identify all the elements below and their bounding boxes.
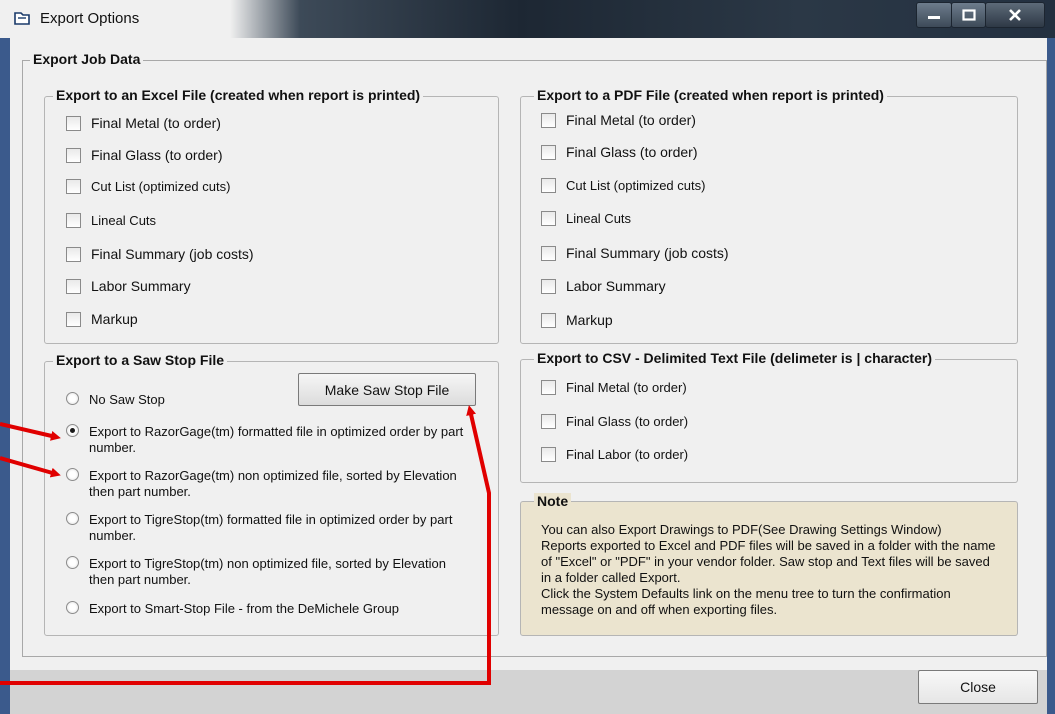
saw-stop-option[interactable]: No Saw Stop xyxy=(66,392,474,408)
pdf-checkbox-row[interactable]: Final Metal (to order) xyxy=(541,112,696,128)
excel-checkbox-row[interactable]: Lineal Cuts xyxy=(66,213,156,228)
window-close-button[interactable] xyxy=(985,2,1045,28)
csv-checkbox-row[interactable]: Final Metal (to order) xyxy=(541,380,687,395)
pdf-checkbox-row[interactable]: Markup xyxy=(541,312,613,328)
checkbox[interactable] xyxy=(66,213,81,228)
pdf-group-title: Export to a PDF File (created when repor… xyxy=(534,87,887,103)
checkbox[interactable] xyxy=(541,414,556,429)
radio-button[interactable] xyxy=(66,392,79,405)
checkbox-label: Markup xyxy=(91,311,138,327)
radio-label: Export to TigreStop(tm) formatted file i… xyxy=(89,512,453,543)
saw-stop-option[interactable]: Export to RazorGage(tm) formatted file i… xyxy=(66,424,474,456)
checkbox-label: Final Glass (to order) xyxy=(566,144,698,160)
saw-stop-option[interactable]: Export to Smart-Stop File - from the DeM… xyxy=(66,601,474,617)
minimize-icon xyxy=(928,16,940,19)
minimize-button[interactable] xyxy=(916,2,952,28)
radio-button-selected[interactable] xyxy=(66,424,79,437)
saw-stop-option[interactable]: Export to TigreStop(tm) formatted file i… xyxy=(66,512,474,544)
checkbox-label: Markup xyxy=(566,312,613,328)
checkbox-label: Final Metal (to order) xyxy=(566,112,696,128)
checkbox-label: Lineal Cuts xyxy=(566,211,632,226)
title-bar: Export Options xyxy=(0,0,1055,38)
checkbox[interactable] xyxy=(541,178,556,193)
checkbox-label: Labor Summary xyxy=(91,278,191,294)
excel-checkbox-row[interactable]: Final Glass (to order) xyxy=(66,147,222,163)
checkbox[interactable] xyxy=(541,447,556,462)
note-line: Click the System Defaults link on the me… xyxy=(541,586,951,617)
saw-stop-option[interactable]: Export to TigreStop(tm) non optimized fi… xyxy=(66,556,474,588)
radio-button[interactable] xyxy=(66,468,79,481)
checkbox[interactable] xyxy=(541,380,556,395)
csv-checkbox-row[interactable]: Final Glass (to order) xyxy=(541,414,688,429)
radio-button[interactable] xyxy=(66,601,79,614)
checkbox[interactable] xyxy=(66,115,81,131)
checkbox-label: Final Glass (to order) xyxy=(91,147,223,163)
checkbox-label: Lineal Cuts xyxy=(91,213,157,228)
note-text: You can also Export Drawings to PDF(See … xyxy=(541,522,1001,618)
checkbox-label: Final Glass (to order) xyxy=(566,414,689,429)
pdf-checkbox-row[interactable]: Lineal Cuts xyxy=(541,211,631,226)
note-line: Reports exported to Excel and PDF files … xyxy=(541,538,996,585)
checkbox-label: Cut List (optimized cuts) xyxy=(91,179,231,194)
pdf-checkbox-row[interactable]: Labor Summary xyxy=(541,278,666,294)
radio-label: Export to RazorGage(tm) formatted file i… xyxy=(89,424,464,455)
pdf-checkbox-row[interactable]: Final Summary (job costs) xyxy=(541,245,729,261)
radio-label: Export to RazorGage(tm) non optimized fi… xyxy=(89,468,457,499)
csv-group-title: Export to CSV - Delimited Text File (del… xyxy=(534,350,935,366)
excel-checkbox-row[interactable]: Labor Summary xyxy=(66,278,191,294)
button-bar xyxy=(10,670,1047,714)
maximize-button[interactable] xyxy=(951,2,986,28)
maximize-icon xyxy=(961,9,976,21)
saw-stop-option[interactable]: Export to RazorGage(tm) non optimized fi… xyxy=(66,468,474,500)
close-icon xyxy=(1009,9,1021,21)
radio-label: No Saw Stop xyxy=(89,392,165,407)
radio-label: Export to Smart-Stop File - from the DeM… xyxy=(89,601,399,616)
app-icon xyxy=(14,12,30,25)
pdf-checkbox-row[interactable]: Cut List (optimized cuts) xyxy=(541,178,705,193)
checkbox-label: Final Metal (to order) xyxy=(566,380,687,395)
radio-button[interactable] xyxy=(66,556,79,569)
checkbox[interactable] xyxy=(66,278,81,294)
checkbox-label: Final Summary (job costs) xyxy=(91,246,254,262)
csv-checkbox-row[interactable]: Final Labor (to order) xyxy=(541,447,688,462)
checkbox-label: Final Metal (to order) xyxy=(91,115,221,131)
checkbox-label: Cut List (optimized cuts) xyxy=(566,178,706,193)
export-job-data-title: Export Job Data xyxy=(30,51,144,67)
excel-checkbox-row[interactable]: Final Summary (job costs) xyxy=(66,246,254,262)
excel-group-title: Export to an Excel File (created when re… xyxy=(53,87,424,103)
checkbox[interactable] xyxy=(541,245,556,261)
pdf-checkbox-row[interactable]: Final Glass (to order) xyxy=(541,144,697,160)
checkbox[interactable] xyxy=(541,312,556,328)
excel-checkbox-row[interactable]: Cut List (optimized cuts) xyxy=(66,179,230,194)
radio-label: Export to TigreStop(tm) non optimized fi… xyxy=(89,556,446,587)
note-line: You can also Export Drawings to PDF(See … xyxy=(541,522,942,537)
checkbox-label: Final Labor (to order) xyxy=(566,447,689,462)
note-title: Note xyxy=(534,493,572,509)
checkbox-label: Labor Summary xyxy=(566,278,666,294)
saw-stop-group-title: Export to a Saw Stop File xyxy=(53,352,228,368)
checkbox[interactable] xyxy=(66,179,81,194)
note-group: You can also Export Drawings to PDF(See … xyxy=(520,501,1018,636)
checkbox[interactable] xyxy=(541,144,556,160)
checkbox[interactable] xyxy=(66,246,81,262)
checkbox[interactable] xyxy=(541,278,556,294)
excel-checkbox-row[interactable]: Markup xyxy=(66,311,138,327)
excel-checkbox-row[interactable]: Final Metal (to order) xyxy=(66,115,221,131)
checkbox[interactable] xyxy=(66,311,81,327)
checkbox[interactable] xyxy=(541,211,556,226)
close-button[interactable]: Close xyxy=(918,670,1038,704)
window-title: Export Options xyxy=(40,10,140,27)
checkbox[interactable] xyxy=(541,112,556,128)
radio-button[interactable] xyxy=(66,512,79,525)
checkbox[interactable] xyxy=(66,147,81,163)
dialog-body: Export Job Data Export to an Excel File … xyxy=(10,38,1047,714)
checkbox-label: Final Summary (job costs) xyxy=(566,245,729,261)
